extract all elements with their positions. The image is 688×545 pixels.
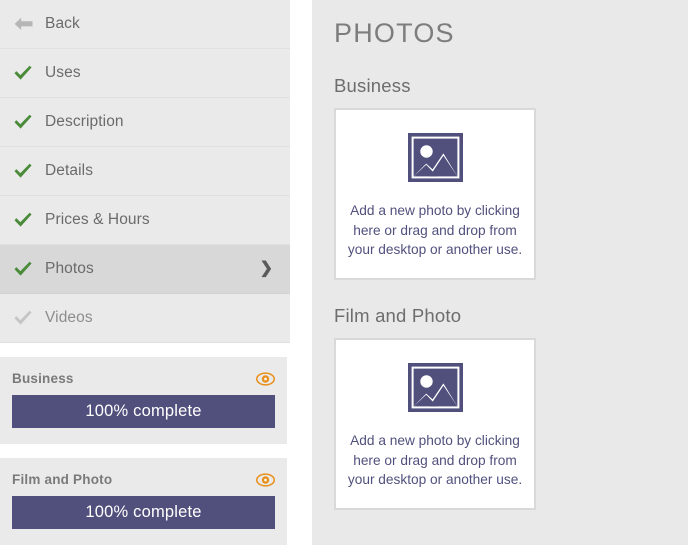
sidebar-item-label: Prices & Hours [45, 211, 150, 228]
back-arrow-icon [12, 13, 34, 35]
sidebar-item-back[interactable]: Back [0, 0, 290, 49]
photo-section-title: Business [334, 75, 411, 96]
sidebar-item-prices-hours[interactable]: Prices & Hours [0, 196, 290, 245]
sidebar: Back Uses Description Details Prices & Hours… [0, 0, 290, 545]
progress-bar-fill: 100% complete [12, 395, 275, 428]
progress-bar: 100% complete [12, 496, 275, 529]
sidebar-item-uses[interactable]: Uses [0, 49, 290, 98]
progress-bar: 100% complete [12, 395, 275, 428]
check-icon [12, 209, 34, 231]
eye-icon[interactable] [256, 371, 275, 386]
sidebar-item-description[interactable]: Description [0, 98, 290, 147]
sidebar-item-details[interactable]: Details [0, 147, 290, 196]
photo-section-title: Film and Photo [334, 305, 462, 326]
photo-section: Film and Photo Add a new photo by clickin… [334, 305, 688, 510]
progress-card-title: Film and Photo [12, 472, 113, 487]
eye-icon[interactable] [256, 472, 275, 487]
photo-section-list: Business Add a new photo by clicking here… [334, 75, 688, 510]
chevron-right-icon: ❯ [259, 260, 273, 277]
progress-card: Business 100% complete [0, 357, 287, 444]
progress-bar-label: 100% complete [85, 402, 202, 420]
sidebar-item-label: Description [45, 113, 124, 130]
sidebar-item-label: Videos [45, 309, 93, 326]
sidebar-item-label: Details [45, 162, 94, 179]
photo-placeholder-icon [407, 132, 463, 187]
main-panel: PHOTOS Business Add a new photo by clicki… [312, 0, 688, 545]
check-icon [12, 111, 34, 133]
sidebar-item-photos[interactable]: Photos ❯ [0, 245, 290, 294]
check-icon [12, 62, 34, 84]
photo-dropzone[interactable]: Add a new photo by clicking here or drag… [334, 108, 536, 280]
progress-card: Film and Photo 100% complete [0, 458, 287, 545]
photos-page: Back Uses Description Details Prices & Hours… [0, 0, 688, 545]
sidebar-nav: Back Uses Description Details Prices & Hours… [0, 0, 290, 343]
photo-dropzone-text: Add a new photo by clicking here or drag… [347, 433, 523, 487]
sidebar-item-label: Uses [45, 64, 81, 81]
photo-dropzone[interactable]: Add a new photo by clicking here or drag… [334, 338, 536, 510]
progress-card-list: Business 100% complete Film and Photo 100% … [0, 357, 290, 545]
photo-dropzone-text: Add a new photo by clicking here or drag… [347, 203, 523, 257]
progress-card-title: Business [12, 371, 74, 386]
progress-card-header: Business [12, 371, 275, 386]
check-icon [12, 258, 34, 280]
check-icon [12, 307, 34, 329]
progress-bar-label: 100% complete [85, 503, 202, 521]
sidebar-item-videos[interactable]: Videos [0, 294, 290, 343]
sidebar-item-label: Photos [45, 260, 94, 277]
sidebar-item-label: Back [45, 15, 80, 32]
photo-placeholder-icon [407, 362, 463, 417]
photo-section: Business Add a new photo by clicking here… [334, 75, 688, 280]
progress-card-header: Film and Photo [12, 472, 275, 487]
progress-bar-fill: 100% complete [12, 496, 275, 529]
check-icon [12, 160, 34, 182]
page-title: PHOTOS [334, 18, 455, 48]
